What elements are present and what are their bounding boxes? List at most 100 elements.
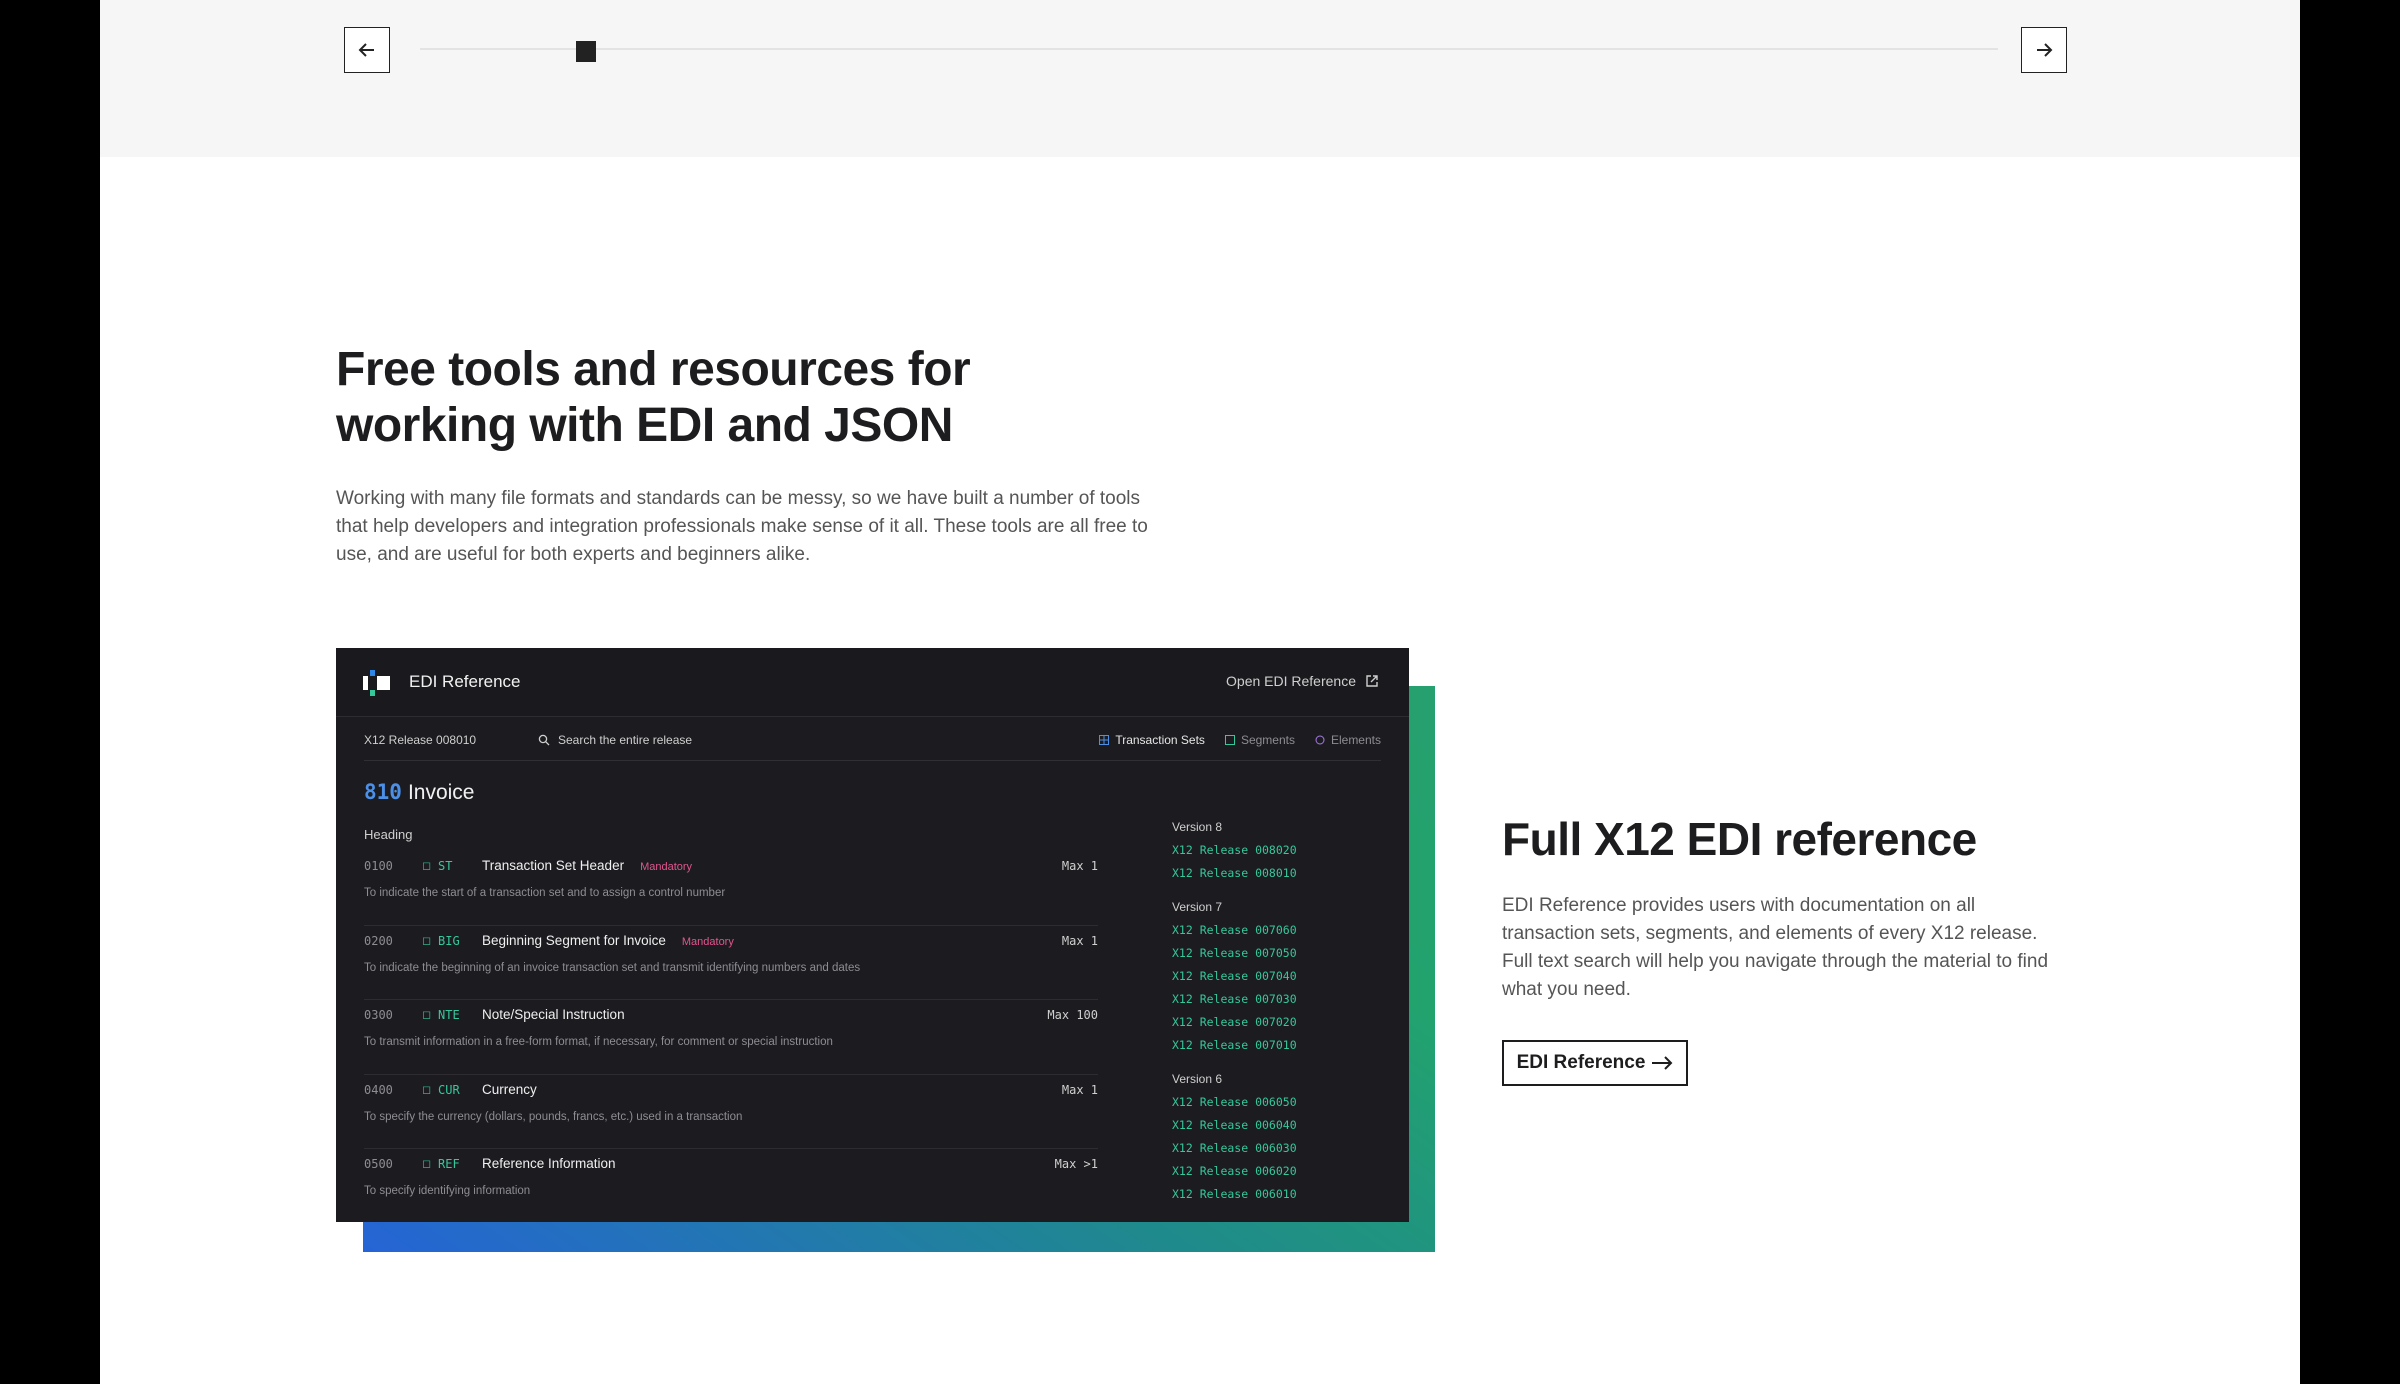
segment-max: Max 1 bbox=[1061, 933, 1098, 948]
search-icon bbox=[538, 734, 550, 746]
release-link[interactable]: X12 Release 006040 bbox=[1172, 1118, 1392, 1141]
transaction-set-title: 810 Invoice bbox=[364, 780, 474, 805]
open-link-label: Open EDI Reference bbox=[1226, 673, 1356, 689]
hero-title: Free tools and resources for working wit… bbox=[336, 342, 1096, 454]
release-link[interactable]: X12 Release 007040 bbox=[1172, 969, 1392, 992]
arrow-right-icon bbox=[1652, 1056, 1673, 1070]
segment-name: Transaction Set Header Mandatory bbox=[482, 858, 692, 873]
edi-reference-button[interactable]: EDI Reference bbox=[1502, 1040, 1688, 1086]
version-group: Version 6 X12 Release 006050 X12 Release… bbox=[1172, 1072, 1392, 1210]
segment-name-text: Note/Special Instruction bbox=[482, 1007, 625, 1022]
segment-position: 0500 bbox=[364, 1157, 393, 1171]
circle-icon bbox=[1315, 735, 1325, 745]
segment-name-text: Beginning Segment for Invoice bbox=[482, 932, 666, 948]
release-selector[interactable]: X12 Release 008010 bbox=[364, 733, 476, 747]
edi-reference-preview: EDI Reference Open EDI Reference X12 Rel… bbox=[336, 648, 1409, 1222]
segment-name: Beginning Segment for Invoice Mandatory bbox=[482, 933, 734, 948]
carousel-band bbox=[100, 0, 2300, 157]
app-toolbar: X12 Release 008010 Search the entire rel… bbox=[364, 717, 1381, 761]
search-input[interactable]: Search the entire release bbox=[538, 733, 692, 747]
segment-name-text: Reference Information bbox=[482, 1156, 616, 1171]
segment-list: 0100 ◻ ST Transaction Set Header Mandator… bbox=[364, 851, 1098, 1222]
segment-name: Reference Information bbox=[482, 1156, 616, 1171]
segment-icon: ◻ bbox=[422, 1009, 432, 1021]
segment-description: To indicate the beginning of an invoice … bbox=[364, 961, 861, 974]
segment-code: CUR bbox=[438, 1082, 460, 1097]
segment-max: Max 1 bbox=[1061, 859, 1098, 873]
segment-position: 0200 bbox=[364, 933, 393, 948]
release-link[interactable]: X12 Release 007030 bbox=[1172, 992, 1392, 1015]
segment-row[interactable]: 0400 ◻ CUR Currency Max 1 To specify the… bbox=[364, 1075, 1098, 1149]
feature-description: EDI Reference provides users with docume… bbox=[1502, 895, 2049, 1000]
hero-description: Working with many file formats and stand… bbox=[336, 488, 1148, 565]
tab-elements[interactable]: Elements bbox=[1315, 733, 1381, 747]
segment-code: BIG bbox=[438, 933, 460, 948]
stedi-logo-icon bbox=[363, 670, 390, 696]
carousel-prev-button[interactable] bbox=[344, 27, 390, 73]
app-header: EDI Reference Open EDI Reference bbox=[336, 648, 1409, 717]
external-link-icon bbox=[1366, 675, 1378, 687]
carousel-track[interactable] bbox=[420, 48, 1998, 50]
tab-segments[interactable]: Segments bbox=[1224, 733, 1295, 747]
tab-label: Segments bbox=[1240, 733, 1295, 747]
segment-description: To specify identifying information bbox=[364, 1185, 531, 1197]
page: Free tools and resources for working wit… bbox=[100, 0, 2300, 1384]
version-heading: Version 7 bbox=[1172, 900, 1223, 914]
segment-position: 0300 bbox=[364, 1008, 393, 1022]
open-edi-reference-link[interactable]: Open EDI Reference bbox=[1226, 673, 1379, 689]
segment-row[interactable]: 0200 ◻ BIG Beginning Segment for Invoice… bbox=[364, 926, 1098, 1000]
carousel-thumb[interactable] bbox=[575, 41, 596, 62]
segment-max: Max 100 bbox=[1047, 1008, 1098, 1022]
segment-code: ST bbox=[438, 859, 453, 873]
segment-position: 0100 bbox=[364, 859, 393, 873]
release-link[interactable]: X12 Release 007050 bbox=[1172, 946, 1392, 969]
release-link[interactable]: X12 Release 008010 bbox=[1172, 866, 1392, 889]
app-title: EDI Reference bbox=[409, 672, 521, 691]
segment-row[interactable]: 0300 ◻ NTE Note/Special Instruction Max … bbox=[364, 1000, 1098, 1075]
segment-row[interactable]: 0500 ◻ REF Reference Information Max >1 … bbox=[364, 1149, 1098, 1222]
release-link[interactable]: X12 Release 006050 bbox=[1172, 1095, 1392, 1118]
filter-tabs: Transaction Sets Segments Elements bbox=[1099, 733, 1381, 747]
arrow-right-icon bbox=[2037, 43, 2053, 57]
version-list: Version 8 X12 Release 008020 X12 Release… bbox=[1172, 820, 1392, 1221]
hero-title-line2: working with EDI and JSON bbox=[336, 399, 953, 452]
section-heading: Heading bbox=[364, 827, 413, 842]
version-group: Version 7 X12 Release 007060 X12 Release… bbox=[1172, 900, 1392, 1061]
segment-position: 0400 bbox=[364, 1082, 393, 1097]
version-heading: Version 8 bbox=[1172, 820, 1223, 834]
release-link[interactable]: X12 Release 006010 bbox=[1172, 1187, 1392, 1210]
segment-name-text: Currency bbox=[482, 1081, 537, 1097]
mandatory-badge: Mandatory bbox=[681, 935, 734, 948]
release-link[interactable]: X12 Release 008020 bbox=[1172, 843, 1392, 866]
release-link[interactable]: X12 Release 007010 bbox=[1172, 1038, 1392, 1061]
arrow-left-icon bbox=[358, 43, 374, 57]
transaction-set-name: Invoice bbox=[407, 781, 475, 804]
segment-row[interactable]: 0100 ◻ ST Transaction Set Header Mandator… bbox=[364, 851, 1098, 926]
release-link[interactable]: X12 Release 006030 bbox=[1172, 1141, 1392, 1164]
release-link[interactable]: X12 Release 007020 bbox=[1172, 1015, 1392, 1038]
release-link[interactable]: X12 Release 007060 bbox=[1172, 923, 1392, 946]
transaction-set-code: 810 bbox=[364, 780, 402, 804]
segment-description: To transmit information in a free-form f… bbox=[364, 1036, 833, 1048]
segment-code: REF bbox=[438, 1157, 460, 1171]
carousel-next-button[interactable] bbox=[2021, 27, 2067, 73]
segment-icon: ◻ bbox=[422, 860, 432, 872]
segment-description: To specify the currency (dollars, pounds… bbox=[364, 1110, 743, 1123]
grid-icon bbox=[1099, 735, 1110, 745]
tab-transaction-sets[interactable]: Transaction Sets bbox=[1099, 733, 1205, 747]
hero-title-line1: Free tools and resources for bbox=[336, 343, 971, 396]
segment-max: Max 1 bbox=[1061, 1082, 1098, 1097]
segment-icon: ◻ bbox=[422, 1158, 432, 1170]
version-group: Version 8 X12 Release 008020 X12 Release… bbox=[1172, 820, 1392, 889]
segment-name-text: Transaction Set Header bbox=[482, 858, 625, 873]
release-link[interactable]: X12 Release 006020 bbox=[1172, 1164, 1392, 1187]
tab-label: Transaction Sets bbox=[1115, 733, 1205, 747]
segment-icon: ◻ bbox=[422, 934, 432, 947]
segment-name: Note/Special Instruction bbox=[482, 1007, 625, 1022]
segment-icon: ◻ bbox=[422, 1083, 432, 1096]
search-placeholder: Search the entire release bbox=[558, 733, 693, 747]
segment-description: To indicate the start of a transaction s… bbox=[364, 887, 726, 899]
cta-label: EDI Reference bbox=[1516, 1052, 1646, 1073]
segment-name: Currency bbox=[482, 1082, 537, 1097]
segment-max: Max >1 bbox=[1054, 1157, 1098, 1171]
